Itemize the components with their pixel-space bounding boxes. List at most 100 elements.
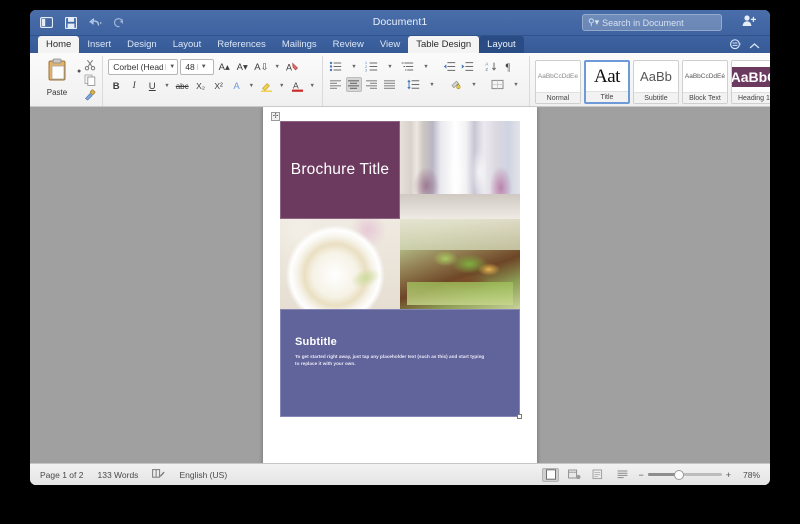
shading-dropdown[interactable]: ▼ bbox=[466, 77, 482, 92]
text-effects-dropdown[interactable]: ▼ bbox=[247, 78, 256, 94]
search-input[interactable]: ⚲▾ Search in Document bbox=[582, 14, 722, 31]
subscript-button[interactable]: X₂ bbox=[193, 78, 209, 94]
strikethrough-button[interactable]: abc bbox=[174, 78, 191, 94]
subtitle-heading: Subtitle bbox=[295, 336, 337, 348]
document-canvas[interactable]: ✢ Brochure Title Subtitle To get started… bbox=[30, 107, 770, 463]
style-heading-1[interactable]: AaBbC Heading 1 bbox=[730, 60, 770, 104]
tab-view[interactable]: View bbox=[372, 36, 408, 53]
decrease-indent-icon[interactable] bbox=[442, 59, 458, 74]
align-center-icon[interactable] bbox=[345, 77, 362, 92]
bulleted-list-icon[interactable] bbox=[328, 59, 344, 74]
tab-design[interactable]: Design bbox=[119, 36, 165, 53]
borders-dropdown[interactable]: ▼ bbox=[508, 77, 524, 92]
document-page[interactable]: ✢ Brochure Title Subtitle To get started… bbox=[263, 107, 537, 463]
tab-home[interactable]: Home bbox=[38, 36, 80, 53]
desktop-background: Document1 ⚲▾ Search in Document Home Ins… bbox=[0, 0, 800, 524]
shrimp-salad-photo[interactable] bbox=[400, 219, 520, 309]
style-subtitle[interactable]: AaBb Subtitle bbox=[632, 60, 679, 104]
paragraph-marks-icon[interactable]: ¶ bbox=[502, 59, 518, 74]
change-case-dropdown[interactable]: ▼ bbox=[273, 59, 282, 75]
align-right-icon[interactable] bbox=[364, 77, 380, 92]
numbered-list-icon[interactable]: 123 bbox=[364, 59, 380, 74]
wine-glasses-image bbox=[400, 121, 520, 219]
pasta-clams-photo[interactable] bbox=[280, 219, 400, 309]
subtitle-body: To get started right away, just tap any … bbox=[295, 354, 485, 366]
paste-dropdown-arrow[interactable]: ● bbox=[77, 68, 81, 75]
bold-button[interactable]: B bbox=[108, 78, 124, 94]
bullets-dropdown[interactable]: ▼ bbox=[346, 59, 362, 74]
clear-formatting-icon[interactable]: A bbox=[284, 59, 301, 75]
word-count[interactable]: 133 Words bbox=[97, 470, 138, 480]
tab-review[interactable]: Review bbox=[325, 36, 372, 53]
zoom-value[interactable]: 78% bbox=[738, 470, 760, 480]
brochure-table[interactable]: Brochure Title Subtitle To get started r… bbox=[280, 121, 522, 419]
web-layout-icon[interactable] bbox=[566, 468, 583, 482]
track-changes-icon[interactable] bbox=[152, 466, 166, 484]
style-preview: Aat bbox=[593, 65, 620, 87]
align-left-icon[interactable] bbox=[328, 77, 344, 92]
underline-button[interactable]: U bbox=[144, 78, 160, 94]
zoom-out-button[interactable]: − bbox=[638, 470, 643, 480]
font-color-icon[interactable]: A bbox=[289, 78, 306, 94]
style-label: Title bbox=[585, 91, 628, 102]
style-normal[interactable]: AaBbCcDdEe Normal bbox=[534, 60, 581, 104]
svg-text:A: A bbox=[293, 81, 299, 91]
font-color-dropdown[interactable]: ▼ bbox=[308, 78, 317, 94]
table-resize-handle[interactable] bbox=[517, 414, 522, 419]
page-indicator[interactable]: Page 1 of 2 bbox=[40, 470, 83, 480]
tab-insert[interactable]: Insert bbox=[79, 36, 119, 53]
svg-text:A: A bbox=[286, 63, 292, 73]
draft-icon[interactable] bbox=[614, 468, 631, 482]
increase-indent-icon[interactable] bbox=[460, 59, 476, 74]
print-layout-icon[interactable] bbox=[542, 467, 560, 482]
brochure-subtitle-cell[interactable]: Subtitle To get started right away, just… bbox=[280, 309, 522, 419]
tab-table-design[interactable]: Table Design bbox=[408, 36, 480, 53]
wine-glasses-photo[interactable] bbox=[400, 121, 520, 219]
table-move-handle-icon[interactable]: ✢ bbox=[271, 112, 280, 121]
scissors-icon[interactable] bbox=[83, 58, 97, 71]
line-spacing-icon[interactable] bbox=[406, 77, 422, 92]
text-effects-icon[interactable]: A bbox=[229, 78, 245, 94]
underline-dropdown[interactable]: ▼ bbox=[162, 78, 171, 94]
grow-font-icon[interactable]: A▴ bbox=[216, 59, 232, 75]
superscript-button[interactable]: X² bbox=[211, 78, 227, 94]
zoom-track[interactable] bbox=[647, 469, 722, 480]
italic-button[interactable]: I bbox=[126, 78, 142, 94]
font-name-combo[interactable]: Corbel (Headi... ▼ bbox=[108, 59, 179, 75]
justify-icon[interactable] bbox=[382, 77, 398, 92]
change-case-icon[interactable]: A⇩ bbox=[252, 59, 270, 75]
outline-icon[interactable] bbox=[590, 468, 607, 482]
brochure-title-cell[interactable]: Brochure Title bbox=[280, 121, 400, 219]
paintbrush-icon[interactable] bbox=[83, 88, 97, 101]
highlight-color-icon[interactable] bbox=[258, 78, 275, 94]
style-preview: AaBbCcDdEe bbox=[537, 73, 578, 80]
style-title[interactable]: Aat Title bbox=[583, 60, 630, 104]
language-indicator[interactable]: English (US) bbox=[179, 470, 227, 480]
word-window: Document1 ⚲▾ Search in Document Home Ins… bbox=[30, 10, 770, 485]
copy-icon[interactable] bbox=[83, 73, 97, 86]
zoom-knob[interactable] bbox=[673, 469, 684, 480]
table-row bbox=[280, 219, 520, 309]
font-size-combo[interactable]: 48 ▼ bbox=[180, 59, 215, 75]
multilevel-dropdown[interactable]: ▼ bbox=[418, 59, 434, 74]
tab-mailings[interactable]: Mailings bbox=[274, 36, 325, 53]
multilevel-list-icon[interactable] bbox=[400, 59, 416, 74]
svg-text:Z: Z bbox=[486, 67, 489, 72]
shrink-font-icon[interactable]: A▾ bbox=[234, 59, 250, 75]
style-block-text[interactable]: AaBbCcDdEé Block Text bbox=[681, 60, 728, 104]
paste-button[interactable]: Paste bbox=[39, 56, 75, 97]
share-person-icon[interactable] bbox=[742, 14, 757, 32]
sort-icon[interactable]: AZ bbox=[484, 59, 500, 74]
status-bar: Page 1 of 2 133 Words English (US) − + 7… bbox=[30, 463, 770, 485]
shading-icon[interactable] bbox=[448, 77, 464, 92]
tab-table-layout[interactable]: Layout bbox=[479, 36, 524, 53]
tab-references[interactable]: References bbox=[209, 36, 274, 53]
highlight-dropdown[interactable]: ▼ bbox=[277, 78, 286, 94]
borders-icon[interactable] bbox=[490, 77, 506, 92]
zoom-in-button[interactable]: + bbox=[726, 470, 731, 480]
zoom-slider[interactable]: − + bbox=[638, 469, 731, 480]
line-spacing-dropdown[interactable]: ▼ bbox=[424, 77, 440, 92]
title-bar: Document1 ⚲▾ Search in Document bbox=[30, 10, 770, 36]
tab-layout[interactable]: Layout bbox=[165, 36, 210, 53]
numbering-dropdown[interactable]: ▼ bbox=[382, 59, 398, 74]
